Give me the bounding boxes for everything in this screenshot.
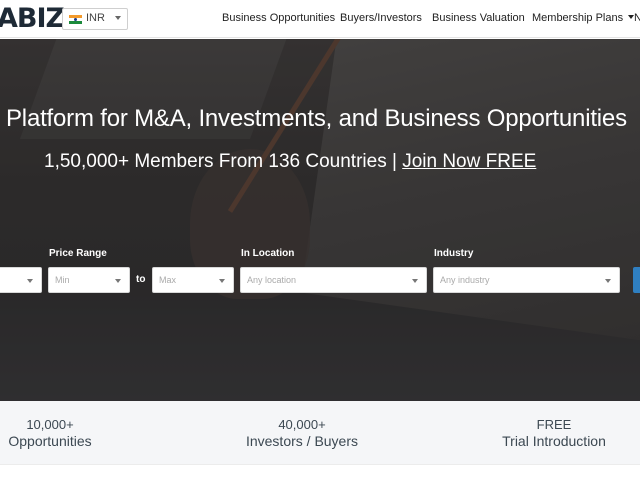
stat-opportunities-number: 10,000+	[26, 417, 74, 432]
top-header: ABIZ INR Business Opportunities Buyers/I…	[0, 0, 640, 38]
min-price-placeholder: Min	[55, 275, 70, 285]
stat-free-trial-number: FREE	[536, 417, 572, 432]
nav-buyers-investors[interactable]: Buyers/Investors	[340, 12, 422, 24]
stat-investors-label: Investors / Buyers	[245, 433, 359, 449]
category-select[interactable]	[0, 267, 42, 293]
max-price-select[interactable]: Max	[152, 267, 234, 293]
min-price-select[interactable]: Min	[48, 267, 130, 293]
nav-membership-plans[interactable]: Membership Plans	[532, 12, 635, 24]
location-select[interactable]: Any location	[240, 267, 427, 293]
max-price-placeholder: Max	[159, 275, 177, 285]
join-now-link[interactable]: Join Now FREE	[402, 151, 536, 172]
hero-title: Platform for M&A, Investments, and Busin…	[6, 105, 627, 132]
currency-selector[interactable]: INR	[62, 8, 128, 30]
stat-investors: 40,000+ Investors / Buyers	[232, 417, 372, 449]
chevron-down-icon	[219, 279, 225, 283]
chevron-down-icon	[27, 279, 33, 283]
stat-opportunities-label: Opportunities	[8, 433, 92, 449]
industry-label: Industry	[434, 248, 474, 259]
price-range-label: Price Range	[49, 248, 107, 259]
members-count-text: 1,50,000+ Members From 136 Countries |	[44, 151, 403, 172]
site-logo[interactable]: ABIZ	[0, 2, 65, 36]
chevron-down-icon	[412, 279, 418, 283]
to-label: to	[136, 274, 146, 285]
industry-select[interactable]: Any industry	[433, 267, 620, 293]
india-flag-icon	[69, 15, 82, 24]
currency-code: INR	[86, 12, 105, 24]
chevron-down-icon	[605, 279, 611, 283]
nav-item-truncated[interactable]: N	[634, 12, 640, 24]
location-label: In Location	[241, 248, 295, 259]
stat-opportunities: 10,000+ Opportunities	[0, 417, 100, 449]
chevron-down-icon	[115, 279, 121, 283]
hero-section: Platform for M&A, Investments, and Busin…	[0, 39, 640, 401]
stat-free-trial-label: Trial Introduction	[502, 433, 606, 449]
search-button[interactable]	[633, 267, 640, 293]
hero-subtitle: 1,50,000+ Members From 136 Countries | J…	[44, 151, 536, 173]
nav-membership-plans-label: Membership Plans	[532, 12, 624, 24]
nav-business-opportunities[interactable]: Business Opportunities	[222, 12, 335, 24]
chevron-down-icon	[115, 16, 121, 20]
nav-business-valuation[interactable]: Business Valuation	[432, 12, 525, 24]
stat-free-trial: FREE Trial Introduction	[484, 417, 624, 449]
stat-investors-number: 40,000+	[278, 417, 326, 432]
location-placeholder: Any location	[247, 275, 297, 285]
industry-placeholder: Any industry	[440, 275, 490, 285]
hero-overlay	[0, 39, 640, 401]
stats-bar: 10,000+ Opportunities 40,000+ Investors …	[0, 401, 640, 465]
